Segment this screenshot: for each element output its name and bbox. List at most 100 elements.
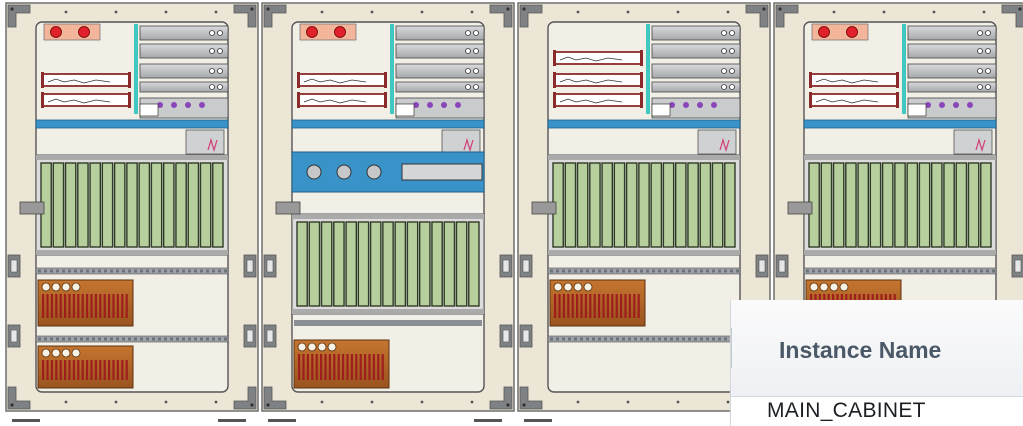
rack-card [52, 162, 65, 248]
rack-card [320, 221, 333, 307]
rack-card [308, 221, 321, 307]
rack-card [699, 162, 712, 248]
red-indicator-icon [78, 26, 90, 38]
floor-plate [218, 419, 246, 422]
cable-duct [902, 24, 906, 114]
shelf [809, 93, 899, 107]
rack-card [625, 162, 638, 248]
rack-card [333, 221, 345, 307]
rack-card [455, 221, 468, 307]
column-header-instance-name[interactable]: Instance Name [731, 300, 1023, 397]
column-header-label: Instance Name [779, 337, 942, 363]
floor-plate [524, 419, 552, 422]
cable-duct [390, 24, 394, 114]
column-divider [731, 328, 732, 368]
shelf [809, 73, 899, 87]
rack-card [212, 162, 224, 248]
hinge [1011, 254, 1023, 278]
table-row[interactable]: MAIN_CABINET [731, 397, 1023, 426]
rack-card [431, 221, 443, 307]
relay-box [441, 129, 481, 155]
rack-card [869, 162, 882, 248]
hinge [7, 324, 21, 348]
rack-card [687, 162, 699, 248]
rack-card [138, 162, 151, 248]
knob-icon [336, 164, 352, 180]
floor-plate [12, 419, 40, 422]
floor-plate [268, 419, 296, 422]
rack-card [601, 162, 614, 248]
rack-card [894, 162, 906, 248]
rack-card [175, 162, 187, 248]
rack-card [89, 162, 102, 248]
rack-card [857, 162, 870, 248]
hinge [7, 254, 21, 278]
door-handle [275, 201, 301, 215]
rack-card [906, 162, 919, 248]
hinge [775, 254, 789, 278]
rack-card [357, 221, 370, 307]
door-handle [787, 201, 813, 215]
rack-card [345, 221, 358, 307]
rack-card [369, 221, 382, 307]
floor-plate [474, 419, 502, 422]
cable-duct [646, 24, 650, 114]
rack-card [955, 162, 968, 248]
knob-icon [366, 164, 382, 180]
hinge [263, 324, 277, 348]
rack-card [613, 162, 626, 248]
rack-card [820, 162, 833, 248]
relay-box [185, 129, 225, 155]
rack-card [199, 162, 212, 248]
red-indicator-icon [306, 26, 318, 38]
rack-card [77, 162, 89, 248]
red-indicator-icon [50, 26, 62, 38]
instance-name-cell: MAIN_CABINET [767, 399, 926, 422]
rack-card [638, 162, 650, 248]
rack-card [418, 221, 431, 307]
rack-card [443, 221, 456, 307]
shelf [297, 93, 387, 107]
hinge [519, 254, 533, 278]
rack-card [980, 162, 992, 248]
rack-card [711, 162, 724, 248]
rack-card [406, 221, 419, 307]
cable-duct [134, 24, 138, 114]
hinge [519, 324, 533, 348]
door-handle [19, 201, 45, 215]
rack-card [845, 162, 857, 248]
instance-table-panel: Instance Name MAIN_CABINET [730, 300, 1023, 426]
red-indicator-icon [818, 26, 830, 38]
shelf [553, 93, 643, 107]
rack-card [101, 162, 114, 248]
rack-card [589, 162, 601, 248]
cabinet-2 [261, 2, 515, 422]
display-window [401, 163, 483, 181]
door-handle [531, 201, 557, 215]
hinge [499, 254, 513, 278]
shelf [553, 51, 643, 65]
rack-card [918, 162, 931, 248]
rack-card [674, 162, 687, 248]
blue-busbar [291, 119, 485, 129]
rack-card [394, 221, 407, 307]
rack-card [943, 162, 955, 248]
rack-card [650, 162, 663, 248]
rack-card [724, 162, 736, 248]
hinge [263, 254, 277, 278]
rack-card [296, 221, 308, 307]
relay-box [697, 129, 737, 155]
hinge [243, 254, 257, 278]
rack-card [564, 162, 577, 248]
rack-card [150, 162, 163, 248]
hinge [243, 324, 257, 348]
blue-busbar [547, 119, 741, 129]
hinge [755, 254, 769, 278]
red-indicator-icon [846, 26, 858, 38]
rack-card [64, 162, 77, 248]
rack-card [881, 162, 894, 248]
rack-card [576, 162, 589, 248]
shelf [41, 93, 131, 107]
blue-busbar [35, 119, 229, 129]
hinge [499, 324, 513, 348]
